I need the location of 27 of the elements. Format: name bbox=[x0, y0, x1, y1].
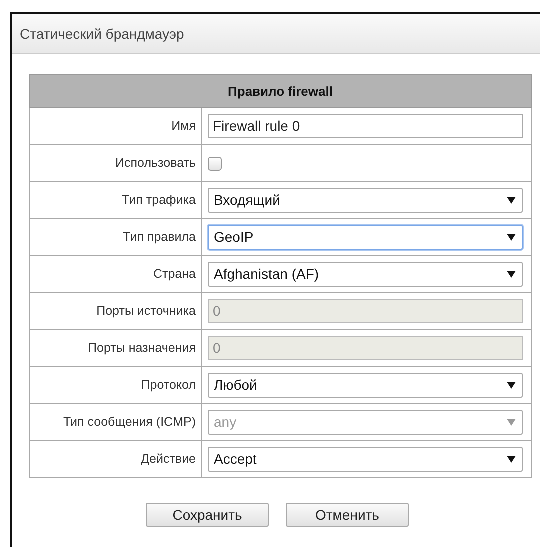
field-label: Тип правила bbox=[30, 218, 202, 256]
button[interactable]: Отменить bbox=[286, 503, 409, 527]
caret-icon bbox=[507, 456, 516, 462]
button[interactable]: Сохранить bbox=[146, 503, 269, 527]
field-label: Имя bbox=[30, 108, 202, 144]
caret-icon bbox=[507, 418, 516, 426]
field-label: Страна bbox=[30, 256, 202, 292]
form-title: Правило firewall bbox=[30, 74, 532, 108]
text-field[interactable]: Firewall rule 0 bbox=[208, 114, 523, 138]
dropdown[interactable]: Любой bbox=[208, 372, 523, 398]
dropdown[interactable]: GeoIP bbox=[208, 224, 523, 250]
field-label: Протокол bbox=[30, 366, 202, 404]
field-label: Тип сообщения (ICMP) bbox=[30, 404, 202, 440]
field-label: Тип трафика bbox=[30, 182, 202, 218]
caret-icon bbox=[507, 196, 516, 204]
dropdown[interactable]: Afghanistan (AF) bbox=[208, 262, 523, 286]
dropdown[interactable]: Входящий bbox=[208, 188, 523, 212]
caret-icon bbox=[507, 382, 516, 388]
checkbox[interactable] bbox=[208, 156, 222, 171]
caret-icon bbox=[507, 270, 516, 278]
window-title: Статический брандмауэр bbox=[20, 26, 184, 42]
field-label: Действие bbox=[30, 440, 202, 478]
field-label: Порты источника bbox=[30, 292, 202, 330]
field-label: Порты назначения bbox=[30, 330, 202, 366]
dropdown[interactable]: Accept bbox=[208, 446, 523, 472]
caret-icon bbox=[507, 234, 516, 240]
field-label: Использовать bbox=[30, 144, 202, 182]
